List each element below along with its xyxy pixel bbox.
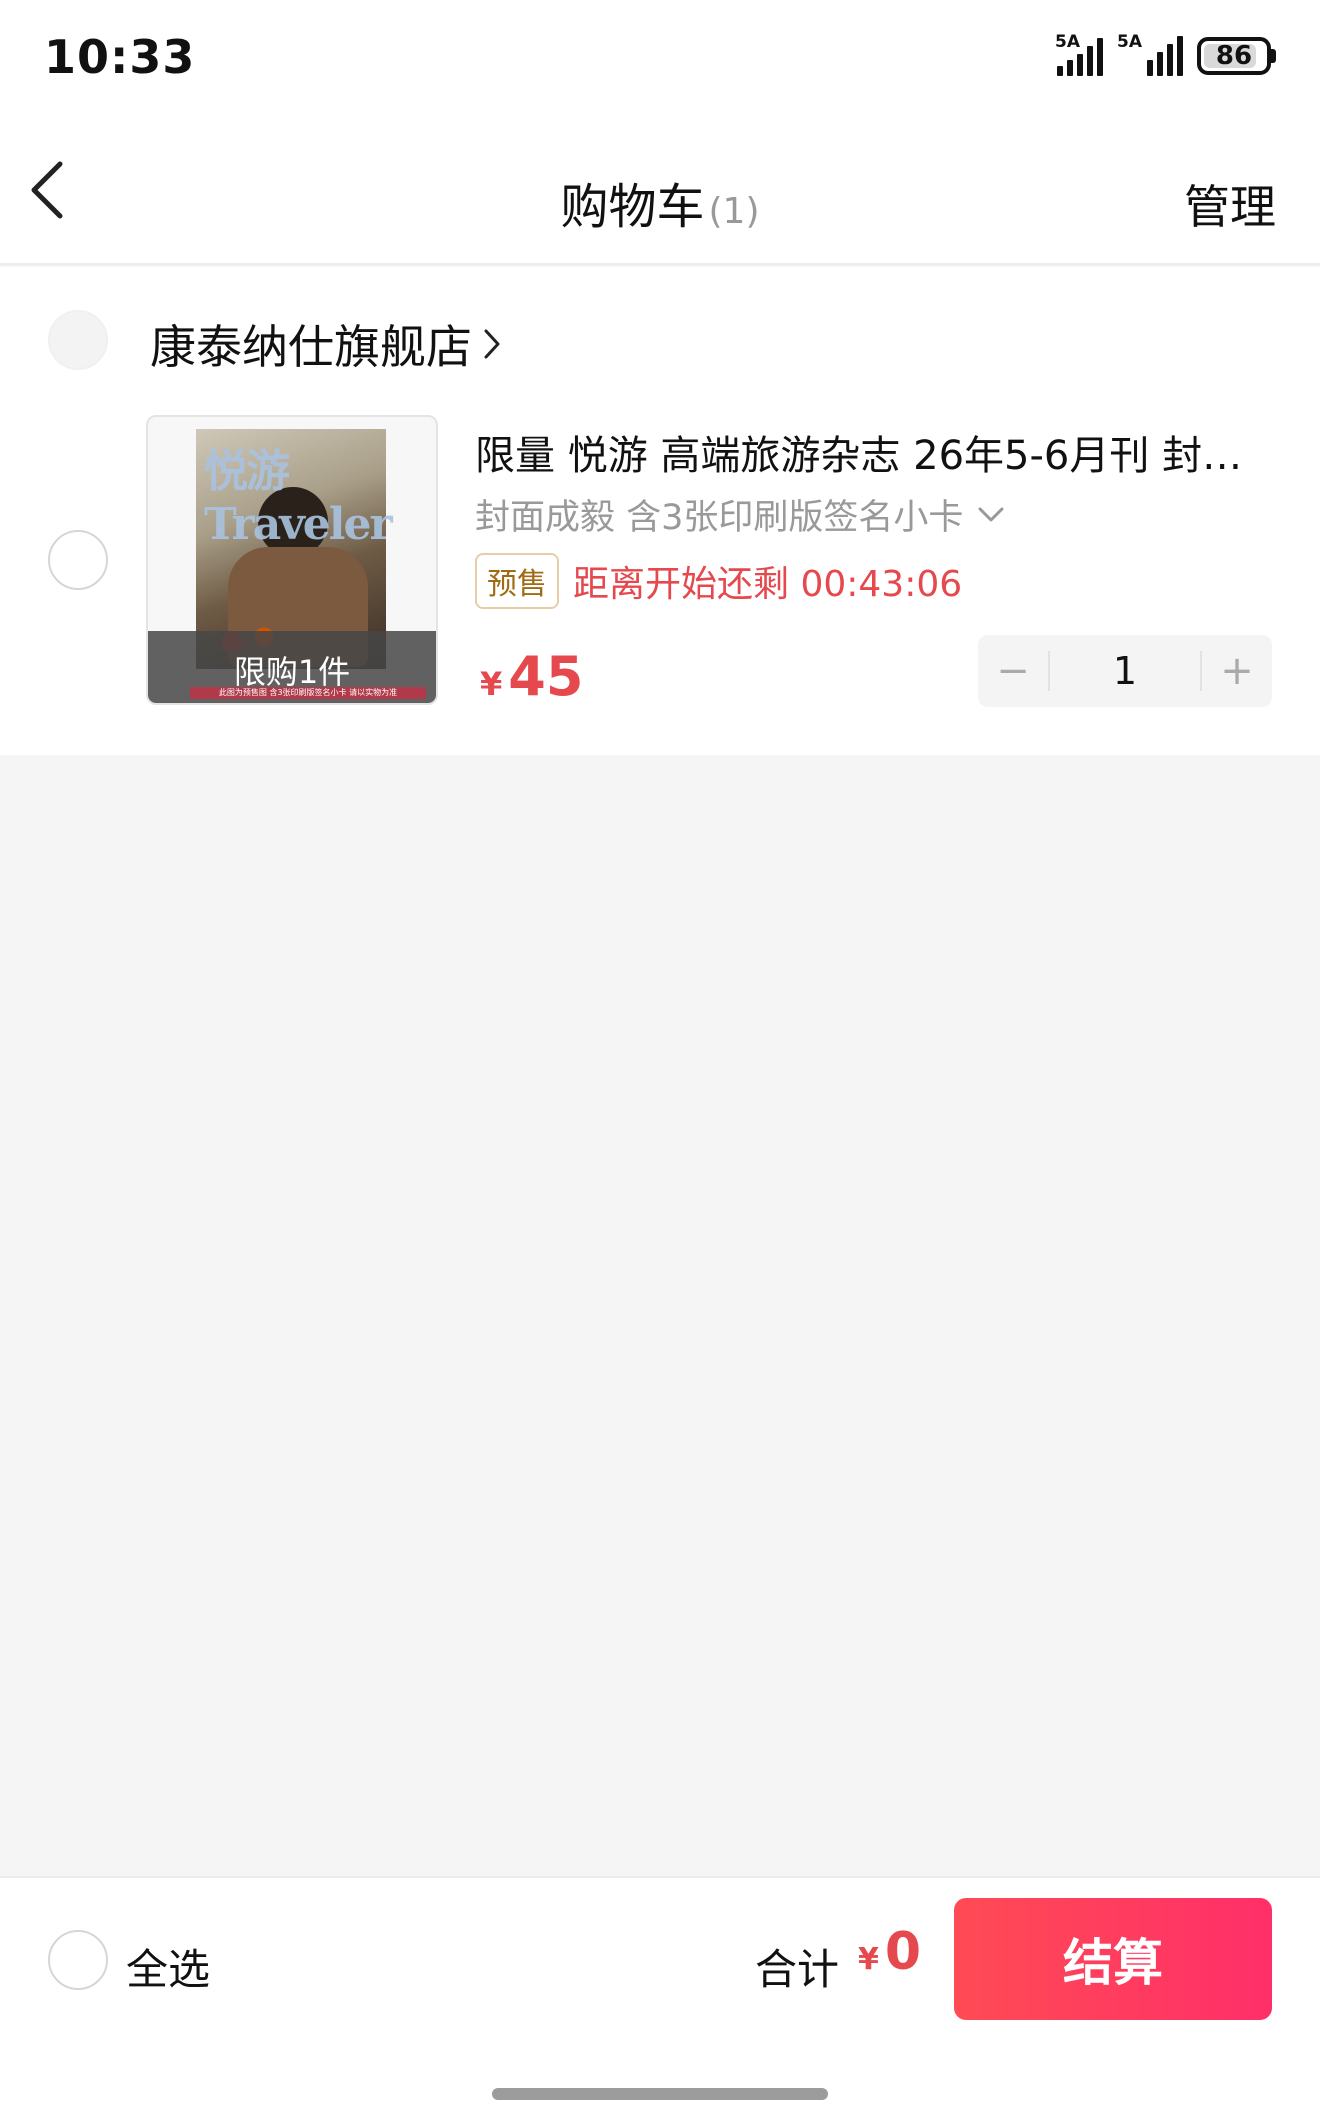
quantity-value[interactable]: 1 — [1050, 649, 1200, 693]
select-all-label[interactable]: 全选 — [126, 1936, 210, 1997]
item-price: ¥ 45 — [480, 645, 583, 708]
signal-icon: 5A — [1117, 32, 1183, 76]
cart-shop-card: 康泰纳仕旗舰店 悦游Traveler 限购1件 此图为预售图 含3张印刷版签名小… — [0, 267, 1320, 755]
limit-band: 限购1件 此图为预售图 含3张印刷版签名小卡 请以实物为准 — [148, 631, 436, 703]
status-bar: 10:33 5A 5A 86 — [0, 0, 1320, 115]
battery-icon: 86 — [1197, 37, 1276, 75]
cart-count: (1) — [708, 191, 760, 232]
signal-label: 5A — [1117, 32, 1142, 52]
chevron-down-icon — [978, 507, 1004, 521]
spec-text: 封面成毅 含3张印刷版签名小卡 — [475, 498, 964, 538]
presale-row: 预售 距离开始还剩 00:43:06 — [475, 553, 962, 609]
page-title-text: 购物车 — [560, 179, 705, 235]
chevron-right-icon — [484, 329, 500, 359]
battery-level: 86 — [1215, 41, 1253, 71]
home-indicator[interactable] — [492, 2088, 828, 2100]
presale-badge: 预售 — [475, 553, 559, 609]
total-value: 0 — [884, 1922, 922, 1982]
quantity-stepper: − 1 + — [978, 635, 1272, 707]
increase-button[interactable]: + — [1202, 635, 1272, 707]
limit-sub-text: 此图为预售图 含3张印刷版签名小卡 请以实物为准 — [190, 687, 426, 699]
decrease-button[interactable]: − — [978, 635, 1048, 707]
status-time: 10:33 — [44, 30, 196, 84]
checkout-bar: 全选 合计 ¥ 0 结算 — [0, 1876, 1320, 2120]
signal-label: 5A — [1055, 32, 1080, 52]
price-value: 45 — [508, 645, 584, 708]
currency-symbol: ¥ — [858, 1942, 879, 1977]
spec-selector[interactable]: 封面成毅 含3张印刷版签名小卡 — [475, 489, 1005, 540]
total-price: ¥ 0 — [858, 1922, 921, 1982]
shop-link[interactable]: 康泰纳仕旗舰店 — [150, 311, 502, 377]
magazine-logo: 悦游Traveler — [204, 446, 393, 550]
checkout-button[interactable]: 结算 — [954, 1898, 1272, 2020]
product-title[interactable]: 限量 悦游 高端旅游杂志 26年5-6月刊 封面成毅 含3张印刷版签名小卡 — [475, 423, 1275, 481]
total-label: 合计 — [755, 1945, 840, 1994]
product-thumbnail[interactable]: 悦游Traveler 限购1件 此图为预售图 含3张印刷版签名小卡 请以实物为准 — [146, 415, 438, 705]
nav-bar: 购物车 (1) 管理 — [0, 115, 1320, 265]
status-icons: 5A 5A 86 — [1055, 32, 1276, 76]
manage-button[interactable]: 管理 — [1184, 171, 1276, 237]
shop-select-checkbox[interactable] — [48, 310, 108, 370]
shop-name: 康泰纳仕旗舰店 — [150, 320, 472, 374]
signal-icon: 5A — [1055, 32, 1103, 76]
currency-symbol: ¥ — [480, 665, 503, 703]
countdown-text: 距离开始还剩 00:43:06 — [573, 564, 963, 605]
item-select-checkbox[interactable] — [48, 530, 108, 590]
page-title: 购物车 (1) — [0, 167, 1320, 237]
select-all-checkbox[interactable] — [48, 1930, 108, 1990]
